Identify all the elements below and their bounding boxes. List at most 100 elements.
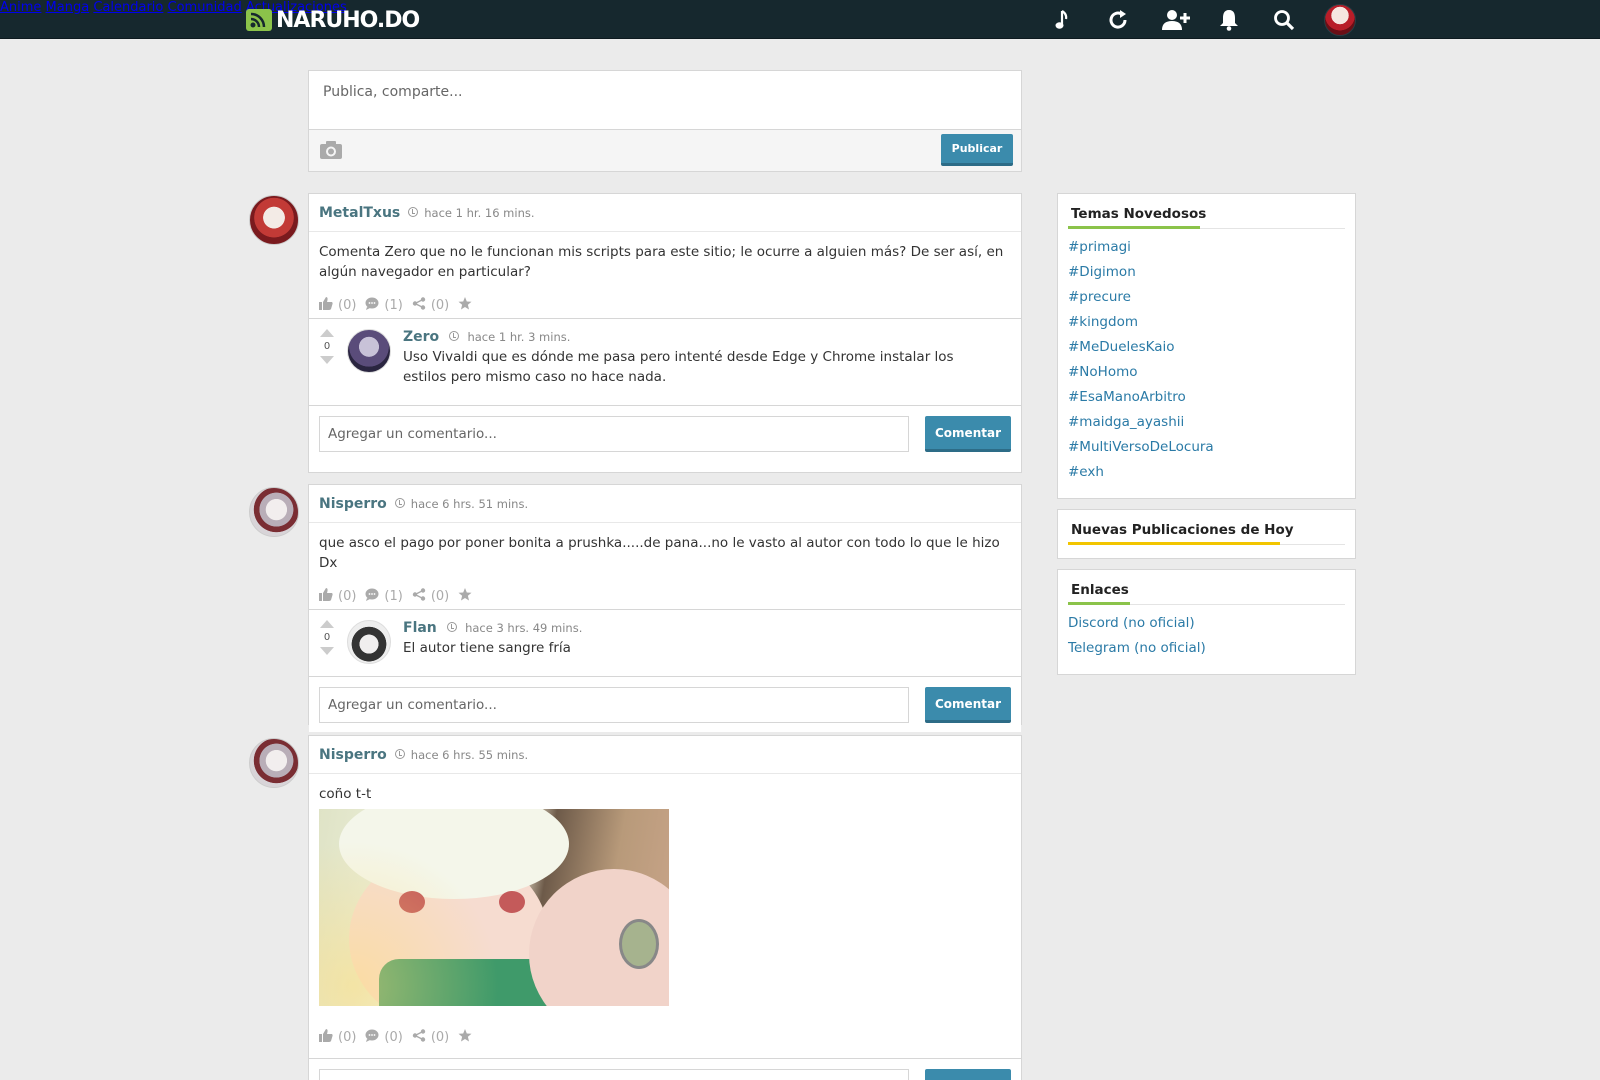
title-underline bbox=[1068, 542, 1280, 545]
comment-input[interactable] bbox=[319, 687, 909, 723]
comment-button[interactable]: Comentar bbox=[925, 416, 1011, 452]
trending-tag[interactable]: #exh bbox=[1068, 460, 1345, 485]
rss-icon bbox=[246, 9, 272, 31]
logo-text: NARUHO.DO bbox=[276, 7, 420, 33]
comment-input[interactable] bbox=[319, 416, 909, 452]
site-logo[interactable]: NARUHO.DO bbox=[246, 7, 420, 33]
trending-tag[interactable]: #MeDuelesKaio bbox=[1068, 335, 1345, 360]
star-icon[interactable] bbox=[458, 296, 472, 314]
trending-tag[interactable]: #precure bbox=[1068, 285, 1345, 310]
music-icon[interactable] bbox=[1050, 7, 1076, 33]
publish-box: Publicar bbox=[308, 70, 1022, 172]
nav-anime[interactable]: Anime bbox=[0, 0, 41, 15]
post-actions: (0) (1) (0) bbox=[309, 573, 1021, 609]
links-widget: Enlaces Discord (no oficial) Telegram (n… bbox=[1057, 569, 1356, 675]
top-navbar: NARUHO.DO Anime Manga Calendario Comunid… bbox=[0, 0, 1600, 39]
post-header: MetalTxus hace 1 hr. 16 mins. bbox=[309, 194, 1021, 232]
trending-tag[interactable]: #primagi bbox=[1068, 235, 1345, 260]
nav-comunidad[interactable]: Comunidad bbox=[168, 0, 242, 15]
post-actions: (0) (0) (0) bbox=[309, 1014, 1021, 1050]
publish-textarea[interactable] bbox=[309, 71, 1021, 130]
comment-button[interactable] bbox=[925, 1069, 1011, 1080]
trending-title-text: Temas Novedosos bbox=[1071, 206, 1207, 222]
comment-form: Comentar bbox=[309, 676, 1021, 732]
reply-text: Uso Vivaldi que es dónde me pasa pero in… bbox=[403, 349, 954, 385]
title-underline bbox=[1068, 602, 1130, 605]
new-posts-widget: Nuevas Publicaciones de Hoy bbox=[1057, 509, 1356, 559]
title-underline bbox=[1068, 226, 1200, 229]
comment-input[interactable] bbox=[319, 1069, 909, 1080]
reply-time: hace 3 hrs. 49 mins. bbox=[465, 621, 583, 635]
like-count: (0) bbox=[338, 297, 357, 313]
clock-icon bbox=[394, 749, 405, 759]
comment-count: (1) bbox=[384, 588, 403, 604]
star-icon[interactable] bbox=[458, 1028, 472, 1046]
downvote-icon[interactable] bbox=[320, 356, 334, 364]
publish-button[interactable]: Publicar bbox=[941, 134, 1013, 166]
post-text: que asco el pago por poner bonita a prus… bbox=[319, 535, 1000, 571]
comment-button[interactable]: Comentar bbox=[925, 687, 1011, 723]
trending-tag[interactable]: #NoHomo bbox=[1068, 360, 1345, 385]
like-icon[interactable] bbox=[319, 1028, 333, 1046]
like-count: (0) bbox=[338, 1029, 357, 1045]
reply-username[interactable]: Zero bbox=[403, 329, 439, 345]
new-posts-title: Nuevas Publicaciones de Hoy bbox=[1068, 510, 1345, 545]
bell-icon[interactable] bbox=[1216, 7, 1242, 33]
like-icon[interactable] bbox=[319, 587, 333, 605]
comment-form: Comentar bbox=[309, 405, 1021, 461]
trending-tag[interactable]: #Digimon bbox=[1068, 260, 1345, 285]
like-count: (0) bbox=[338, 588, 357, 604]
post-time: hace 1 hr. 16 mins. bbox=[424, 206, 535, 220]
comment-icon[interactable] bbox=[365, 297, 379, 314]
comment-form bbox=[309, 1058, 1021, 1080]
post-username[interactable]: Nisperro bbox=[319, 496, 387, 512]
star-icon[interactable] bbox=[458, 587, 472, 605]
trending-tag[interactable]: #MultiVersoDeLocura bbox=[1068, 435, 1345, 460]
trending-tag[interactable]: #kingdom bbox=[1068, 310, 1345, 335]
downvote-icon[interactable] bbox=[320, 647, 334, 655]
post-username[interactable]: Nisperro bbox=[319, 747, 387, 763]
vote-count: 0 bbox=[323, 632, 331, 643]
user-avatar[interactable] bbox=[1324, 4, 1356, 36]
post-text: Comenta Zero que no le funcionan mis scr… bbox=[319, 244, 1004, 280]
reply-text: El autor tiene sangre fría bbox=[403, 640, 571, 656]
add-user-icon[interactable] bbox=[1160, 7, 1192, 33]
upvote-icon[interactable] bbox=[320, 620, 334, 628]
post-card: MetalTxus hace 1 hr. 16 mins. Comenta Ze… bbox=[308, 193, 1022, 473]
nav-manga[interactable]: Manga bbox=[46, 0, 90, 15]
reply-avatar[interactable] bbox=[347, 329, 391, 373]
comment-count: (1) bbox=[384, 297, 403, 313]
post-time: hace 6 hrs. 55 mins. bbox=[410, 748, 529, 762]
post-avatar[interactable] bbox=[249, 487, 299, 537]
reply-username[interactable]: Flan bbox=[403, 620, 437, 636]
clock-icon bbox=[446, 622, 457, 632]
post-card: Nisperro hace 6 hrs. 55 mins. coño t-t (… bbox=[308, 735, 1022, 1080]
vote-count: 0 bbox=[323, 341, 331, 352]
share-icon[interactable] bbox=[412, 587, 426, 605]
refresh-icon[interactable] bbox=[1105, 7, 1131, 33]
post-image[interactable] bbox=[319, 809, 669, 1006]
vote-widget: 0 bbox=[319, 620, 335, 655]
post-avatar[interactable] bbox=[249, 738, 299, 788]
reply-avatar[interactable] bbox=[347, 620, 391, 664]
trending-title: Temas Novedosos bbox=[1068, 194, 1345, 229]
share-icon[interactable] bbox=[412, 296, 426, 314]
share-icon[interactable] bbox=[412, 1028, 426, 1046]
reply-time: hace 1 hr. 3 mins. bbox=[467, 330, 571, 344]
upvote-icon[interactable] bbox=[320, 329, 334, 337]
camera-icon[interactable] bbox=[319, 140, 343, 164]
search-icon[interactable] bbox=[1271, 7, 1297, 33]
link-discord[interactable]: Discord (no oficial) bbox=[1068, 611, 1345, 636]
comment-icon[interactable] bbox=[365, 1029, 379, 1046]
post-text: coño t-t bbox=[319, 786, 372, 802]
comment-icon[interactable] bbox=[365, 588, 379, 605]
trending-tag[interactable]: #maidga_ayashii bbox=[1068, 410, 1345, 435]
reply-content: Flan hace 3 hrs. 49 mins. El autor tiene… bbox=[403, 620, 1001, 658]
trending-tag[interactable]: #EsaManoArbitro bbox=[1068, 385, 1345, 410]
link-telegram[interactable]: Telegram (no oficial) bbox=[1068, 636, 1345, 661]
nav-calendario[interactable]: Calendario bbox=[93, 0, 163, 15]
like-icon[interactable] bbox=[319, 296, 333, 314]
reply-item: 0 Zero hace 1 hr. 3 mins. Uso Vivaldi qu… bbox=[309, 318, 1021, 405]
post-username[interactable]: MetalTxus bbox=[319, 205, 400, 221]
post-avatar[interactable] bbox=[249, 195, 299, 245]
